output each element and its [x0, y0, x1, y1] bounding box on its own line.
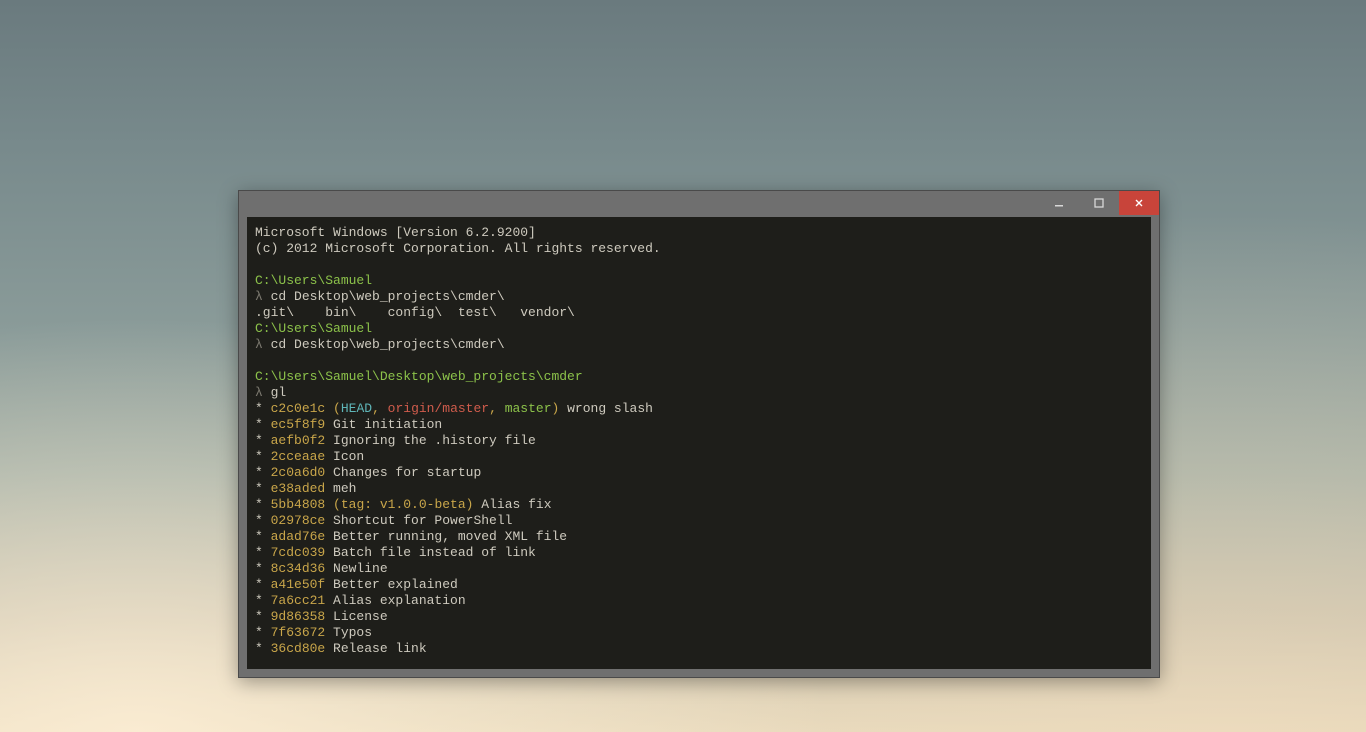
- git-graph-node: *: [255, 449, 271, 464]
- terminal-content: Microsoft Windows [Version 6.2.9200] (c)…: [255, 225, 1143, 657]
- commit-message: Better running, moved XML file: [325, 529, 567, 544]
- git-graph-node: *: [255, 497, 271, 512]
- commit-message: Typos: [325, 625, 372, 640]
- git-graph-node: *: [255, 529, 271, 544]
- terminal-window: Microsoft Windows [Version 6.2.9200] (c)…: [238, 190, 1160, 678]
- commit-hash: e38aded: [271, 481, 326, 496]
- commit-message: meh: [325, 481, 356, 496]
- os-version-line: Microsoft Windows [Version 6.2.9200]: [255, 225, 536, 240]
- git-graph-node: *: [255, 465, 271, 480]
- git-graph-node: *: [255, 481, 271, 496]
- git-graph-node: *: [255, 433, 271, 448]
- git-graph-node: *: [255, 513, 271, 528]
- commit-hash: 8c34d36: [271, 561, 326, 576]
- commit-message: Batch file instead of link: [325, 545, 536, 560]
- commit-hash: 7cdc039: [271, 545, 326, 560]
- commit-hash: a41e50f: [271, 577, 326, 592]
- close-button[interactable]: [1119, 191, 1159, 215]
- commit-hash: ec5f8f9: [271, 417, 326, 432]
- commit-message: Newline: [325, 561, 387, 576]
- git-graph-node: *: [255, 417, 271, 432]
- git-ref-remote: origin/master: [388, 401, 489, 416]
- git-ref-head: HEAD: [341, 401, 372, 416]
- commit-hash: aefb0f2: [271, 433, 326, 448]
- commit-hash: adad76e: [271, 529, 326, 544]
- git-ref-local: master: [505, 401, 552, 416]
- directory-listing: .git\ bin\ config\ test\ vendor\: [255, 305, 575, 320]
- git-graph-node: *: [255, 577, 271, 592]
- desktop-background: Microsoft Windows [Version 6.2.9200] (c)…: [0, 0, 1366, 732]
- commit-message: Shortcut for PowerShell: [325, 513, 512, 528]
- commit-message: Alias fix: [473, 497, 551, 512]
- commit-hash: 36cd80e: [271, 641, 326, 656]
- commit-message: Icon: [325, 449, 364, 464]
- prompt-command: cd Desktop\web_projects\cmder\: [263, 337, 505, 352]
- prompt-lambda: λ: [255, 385, 263, 400]
- commit-message: Alias explanation: [325, 593, 465, 608]
- commit-hash: 2cceaae: [271, 449, 326, 464]
- git-graph-node: *: [255, 609, 271, 624]
- commit-hash: 2c0a6d0: [271, 465, 326, 480]
- commit-hash: 02978ce: [271, 513, 326, 528]
- prompt-command: gl: [263, 385, 286, 400]
- commit-message: Changes for startup: [325, 465, 481, 480]
- maximize-button[interactable]: [1079, 191, 1119, 215]
- commit-message: Git initiation: [325, 417, 442, 432]
- git-graph-node: *: [255, 625, 271, 640]
- commit-hash: 9d86358: [271, 609, 326, 624]
- prompt-command: cd Desktop\web_projects\cmder\: [263, 289, 505, 304]
- prompt-path: C:\Users\Samuel: [255, 321, 372, 336]
- git-graph-node: *: [255, 641, 271, 656]
- terminal-viewport[interactable]: Microsoft Windows [Version 6.2.9200] (c)…: [247, 217, 1151, 669]
- prompt-path: C:\Users\Samuel: [255, 273, 372, 288]
- commit-message: Better explained: [325, 577, 458, 592]
- prompt-lambda: λ: [255, 289, 263, 304]
- commit-hash: 5bb4808: [271, 497, 326, 512]
- commit-message: License: [325, 609, 387, 624]
- commit-message: Release link: [325, 641, 426, 656]
- commit-hash: c2c0e1c: [271, 401, 326, 416]
- commit-hash: 7a6cc21: [271, 593, 326, 608]
- window-titlebar[interactable]: [239, 191, 1159, 215]
- git-graph-node: *: [255, 593, 271, 608]
- git-graph-node: *: [255, 561, 271, 576]
- prompt-lambda: λ: [255, 337, 263, 352]
- prompt-path: C:\Users\Samuel\Desktop\web_projects\cmd…: [255, 369, 583, 384]
- git-graph-node: *: [255, 545, 271, 560]
- git-ref-tag: tag: v1.0.0-beta: [341, 497, 466, 512]
- commit-hash: 7f63672: [271, 625, 326, 640]
- os-copyright-line: (c) 2012 Microsoft Corporation. All righ…: [255, 241, 661, 256]
- commit-message: Ignoring the .history file: [325, 433, 536, 448]
- commit-message: wrong slash: [559, 401, 653, 416]
- minimize-button[interactable]: [1039, 191, 1079, 215]
- git-graph-node: *: [255, 401, 271, 416]
